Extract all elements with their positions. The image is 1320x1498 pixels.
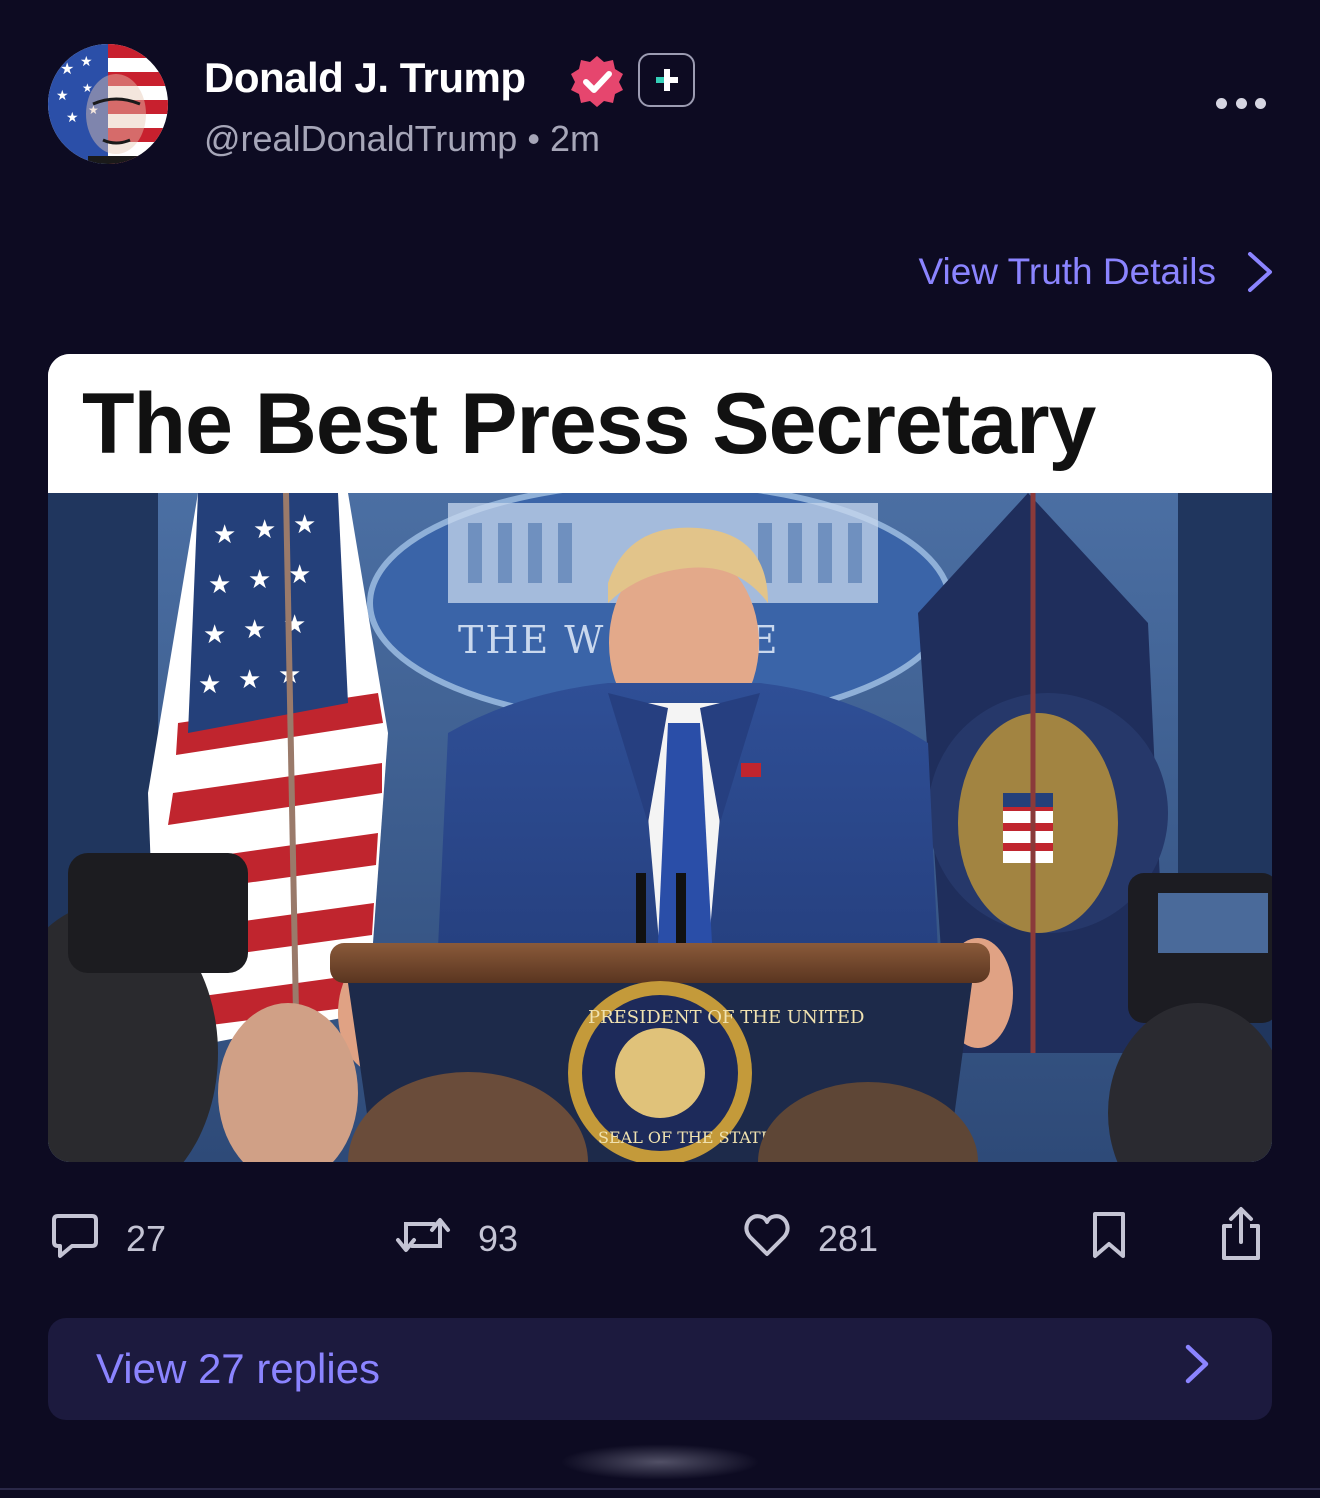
chevron-right-icon bbox=[1184, 1343, 1210, 1395]
svg-text:★: ★ bbox=[293, 510, 316, 540]
svg-text:★: ★ bbox=[253, 515, 276, 545]
like-count: 281 bbox=[818, 1218, 879, 1259]
divider bbox=[0, 1488, 1320, 1490]
svg-text:★: ★ bbox=[208, 570, 231, 600]
separator-dot: • bbox=[527, 118, 550, 159]
bookmark-icon bbox=[1086, 1208, 1132, 1271]
author-handle[interactable]: @realDonaldTrump bbox=[204, 118, 517, 159]
view-replies-label: View 27 replies bbox=[96, 1345, 381, 1392]
seal-text-top: PRESIDENT OF THE UNITED bbox=[588, 1007, 864, 1028]
view-truth-details-label: View Truth Details bbox=[918, 251, 1217, 292]
svg-text:★: ★ bbox=[66, 110, 79, 126]
plus-badge-icon bbox=[638, 53, 695, 107]
more-options-button[interactable] bbox=[1216, 92, 1266, 114]
repost-icon bbox=[392, 1208, 454, 1271]
share-icon bbox=[1214, 1206, 1268, 1273]
author-handle-line: @realDonaldTrump • 2m bbox=[204, 118, 600, 160]
svg-text:★: ★ bbox=[213, 520, 236, 550]
press-briefing-image: THE W HOUSE ★★★ ★★★ ★★★ bbox=[48, 480, 1272, 1162]
post-media[interactable]: The Best Press Secretary THE W ★ ★ ★ ★ ★… bbox=[48, 354, 1272, 1162]
reply-count: 27 bbox=[126, 1218, 167, 1259]
view-truth-details-link[interactable]: View Truth Details bbox=[919, 248, 1275, 296]
chevron-right-icon bbox=[1246, 250, 1274, 294]
more-horizontal-icon bbox=[1216, 97, 1227, 109]
svg-text:★: ★ bbox=[243, 615, 266, 645]
truth-post: ★ ★ ★ ★ ★ ★ Donald J. Trump @realDona bbox=[0, 0, 1320, 1498]
heart-icon bbox=[740, 1208, 794, 1271]
reply-button[interactable]: 27 bbox=[48, 1206, 166, 1272]
repost-count: 93 bbox=[478, 1218, 519, 1259]
seal-text-bottom: SEAL OF THE STATES bbox=[598, 1128, 783, 1147]
blurred-overlay bbox=[560, 1444, 760, 1480]
svg-text:★: ★ bbox=[80, 54, 93, 70]
svg-text:★: ★ bbox=[238, 665, 261, 695]
view-replies-button[interactable]: View 27 replies bbox=[48, 1318, 1272, 1420]
share-button[interactable] bbox=[1214, 1206, 1268, 1272]
svg-text:★: ★ bbox=[248, 565, 271, 595]
media-title-text: The Best Press Secretary bbox=[48, 354, 1272, 494]
svg-text:★: ★ bbox=[203, 620, 226, 650]
svg-text:★: ★ bbox=[198, 670, 221, 700]
bookmark-button[interactable] bbox=[1086, 1206, 1132, 1272]
repost-button[interactable]: 93 bbox=[392, 1206, 518, 1272]
avatar[interactable]: ★ ★ ★ ★ ★ ★ bbox=[48, 44, 168, 164]
verified-badge-icon bbox=[568, 54, 626, 108]
svg-text:★: ★ bbox=[56, 88, 69, 104]
svg-text:★: ★ bbox=[288, 560, 311, 590]
reply-icon bbox=[48, 1208, 102, 1271]
svg-text:★: ★ bbox=[60, 59, 74, 78]
like-button[interactable]: 281 bbox=[740, 1206, 878, 1272]
display-name[interactable]: Donald J. Trump bbox=[204, 54, 526, 102]
post-timestamp[interactable]: 2m bbox=[550, 118, 600, 159]
